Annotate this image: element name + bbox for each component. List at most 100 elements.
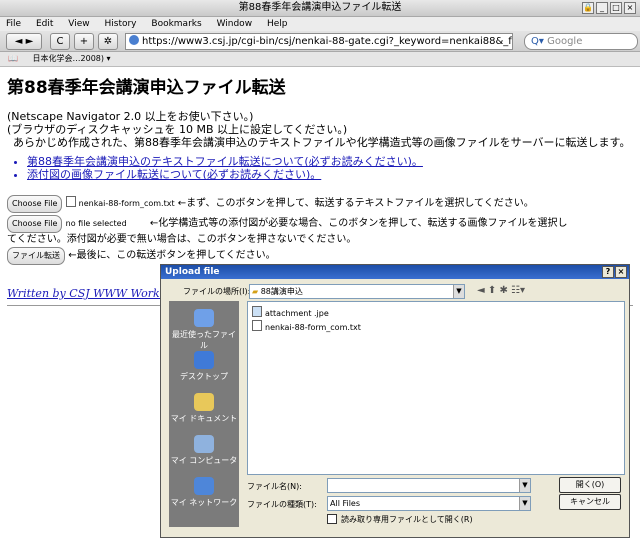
place-computer-label: マイ コンピュータ [170,456,238,465]
dialog-close-button[interactable]: × [615,266,627,278]
filetype-value: All Files [330,499,361,508]
choose-text-file-button[interactable]: Choose File [7,195,63,213]
menu-bar: File Edit View History Bookmarks Window … [0,17,640,31]
transfer-instruction: ←最後に、この転送ボタンを押してください。 [68,250,276,261]
url-bar[interactable]: https://www3.csj.jp/cgi-bin/csj/nenkai-8… [125,33,513,50]
text-file-instruction: ←まず、このボタンを押して、転送するテキストファイルを選択してください。 [177,198,534,209]
place-computer[interactable]: マイ コンピュータ [169,435,239,466]
place-desktop-label: デスクトップ [180,372,228,381]
bookmarks-book-icon[interactable]: 📖 [8,54,18,63]
readonly-checkbox[interactable] [327,514,337,524]
file-icon [65,196,76,207]
back-icon[interactable]: ◄ [15,36,23,47]
globe-icon [129,35,139,45]
filetype-label: ファイルの種類(T): [247,500,317,509]
documents-icon [194,393,214,411]
filename-input[interactable]: ▼ [327,478,531,493]
cancel-button[interactable]: キャンセル [559,494,621,510]
place-recent[interactable]: 最近使ったファイル [169,309,239,351]
place-desktop[interactable]: デスクトップ [169,351,239,382]
add-bookmark-button[interactable]: + [74,33,94,50]
transfer-row: ファイル転送 ←最後に、この転送ボタンを押してください。 [7,247,635,265]
dialog-titlebar: Upload file ? × [161,265,629,279]
note-1: (Netscape Navigator 2.0 以上をお使い下さい。) [7,110,254,123]
lookin-select[interactable]: ▰ 88講演申込 ▼ [249,284,465,299]
readonly-label: 読み取り専用ファイルとして開く(R) [341,515,473,524]
up-folder-icon[interactable]: ⬆ [488,285,496,296]
choose-image-file-button[interactable]: Choose File [7,215,63,233]
menu-history[interactable]: History [104,19,136,29]
place-network[interactable]: マイ ネットワーク [169,477,239,508]
page-content: 第88春季年会講演申込ファイル転送 (Netscape Navigator 2.… [7,67,635,265]
place-recent-label: 最近使ったファイル [172,330,236,350]
text-file-row: Choose File nenkai-88-form_com.txt ←まず、こ… [7,195,635,213]
desktop-icon [194,351,214,369]
minimize-button[interactable]: _ [596,2,608,14]
computer-icon [194,435,214,453]
file-name: nenkai-88-form_com.txt [265,323,361,332]
lookin-label: ファイルの場所(I): [183,287,251,296]
help-button[interactable]: ? [602,266,614,278]
view-menu-icon[interactable]: ☷▾ [511,285,525,296]
file-list[interactable]: attachment .jpe nenkai-88-form_com.txt [247,301,625,475]
text-file-info-link[interactable]: 第88春季年会講演申込のテキストファイル転送について(必ずお読みください)。 [27,155,635,168]
image-file-icon [252,306,262,317]
text-file-icon [252,320,262,331]
menu-window[interactable]: Window [217,19,253,29]
nav-toolbar: ◄ ► C + ✲ https://www3.csj.jp/cgi-bin/cs… [0,31,640,52]
back-arrow-icon[interactable]: ◄ [477,285,485,296]
lookin-value: 88講演申込 [260,287,303,296]
bookmark-item[interactable]: 日本化学会…2008) [33,54,104,63]
list-item[interactable]: nenkai-88-form_com.txt [248,320,624,334]
filetype-select[interactable]: All Files ▼ [327,496,531,511]
search-field[interactable]: Q▾ Google [524,33,638,50]
menu-bookmarks[interactable]: Bookmarks [151,19,201,29]
note-3: あらかじめ作成された、第88春季年会講演申込のテキストファイルや化学構造式等の画… [13,136,631,149]
dialog-title: Upload file [165,267,220,277]
menu-help[interactable]: Help [267,19,288,29]
image-file-instruction-2: てください。添付図が必要で無い場合は、このボタンを押さないでください。 [7,234,357,245]
search-icon: Q▾ [531,36,544,47]
close-button[interactable]: × [624,2,636,14]
place-documents[interactable]: マイ ドキュメント [169,393,239,424]
note-2: (ブラウザのディスクキャッシュを 10 MB 以上に設定してください。) [7,123,348,136]
reload-button[interactable]: C [50,33,70,50]
places-bar: 最近使ったファイル デスクトップ マイ ドキュメント マイ コンピュータ マイ … [169,301,239,527]
text-file-name: nenkai-88-form_com.txt [78,199,175,208]
search-placeholder: Google [547,36,583,47]
filename-label: ファイル名(N): [247,482,302,491]
network-icon [194,477,214,495]
chevron-down-icon[interactable]: ▼ [453,285,464,298]
info-links: 第88春季年会講演申込のテキストファイル転送について(必ずお読みください)。 添… [7,155,635,181]
image-file-row: Choose File no file selected ←化学構造式等の添付図… [7,215,635,233]
lock-icon: 🔒 [582,2,594,14]
upload-dialog: Upload file ? × ファイルの場所(I): ▰ 88講演申込 ▼ ◄… [160,264,630,538]
page-title: 第88春季年会講演申込ファイル転送 [7,78,286,98]
dialog-controls: ? × [602,266,627,278]
open-button[interactable]: 開く(O) [559,477,621,493]
file-name: attachment .jpe [265,309,329,318]
url-text[interactable]: https://www3.csj.jp/cgi-bin/csj/nenkai-8… [142,36,512,47]
back-forward-button[interactable]: ◄ ► [6,33,42,50]
nav-icons[interactable]: ◄ ⬆ ✱ ☷▾ [477,285,525,296]
image-file-instruction: ←化学構造式等の添付図が必要な場合、このボタンを押して、転送する画像ファイルを選… [149,218,568,229]
extension-button[interactable]: ✲ [98,33,118,50]
window-titlebar: 第88春季年会講演申込ファイル転送 🔒 _ □ × [0,0,640,17]
menu-view[interactable]: View [68,19,89,29]
transfer-button[interactable]: ファイル転送 [7,247,65,265]
forward-icon[interactable]: ► [26,36,34,47]
menu-edit[interactable]: Edit [36,19,53,29]
no-file-selected: no file selected [65,219,127,228]
bookmarks-bar: 📖 日本化学会…2008) ▾ [0,52,640,67]
new-folder-icon[interactable]: ✱ [499,285,507,296]
chevron-down-icon[interactable]: ▼ [519,497,530,510]
window-title: 第88春季年会講演申込ファイル転送 [238,2,402,13]
list-item[interactable]: attachment .jpe [248,306,624,320]
maximize-button[interactable]: □ [610,2,622,14]
chevron-down-icon[interactable]: ▼ [519,479,530,492]
chevron-down-icon[interactable]: ▾ [107,54,111,63]
image-file-info-link[interactable]: 添付図の画像ファイル転送について(必ずお読みください)。 [27,168,635,181]
window-controls: 🔒 _ □ × [582,2,636,14]
menu-file[interactable]: File [6,19,21,29]
folder-icon: ▰ [252,287,259,296]
